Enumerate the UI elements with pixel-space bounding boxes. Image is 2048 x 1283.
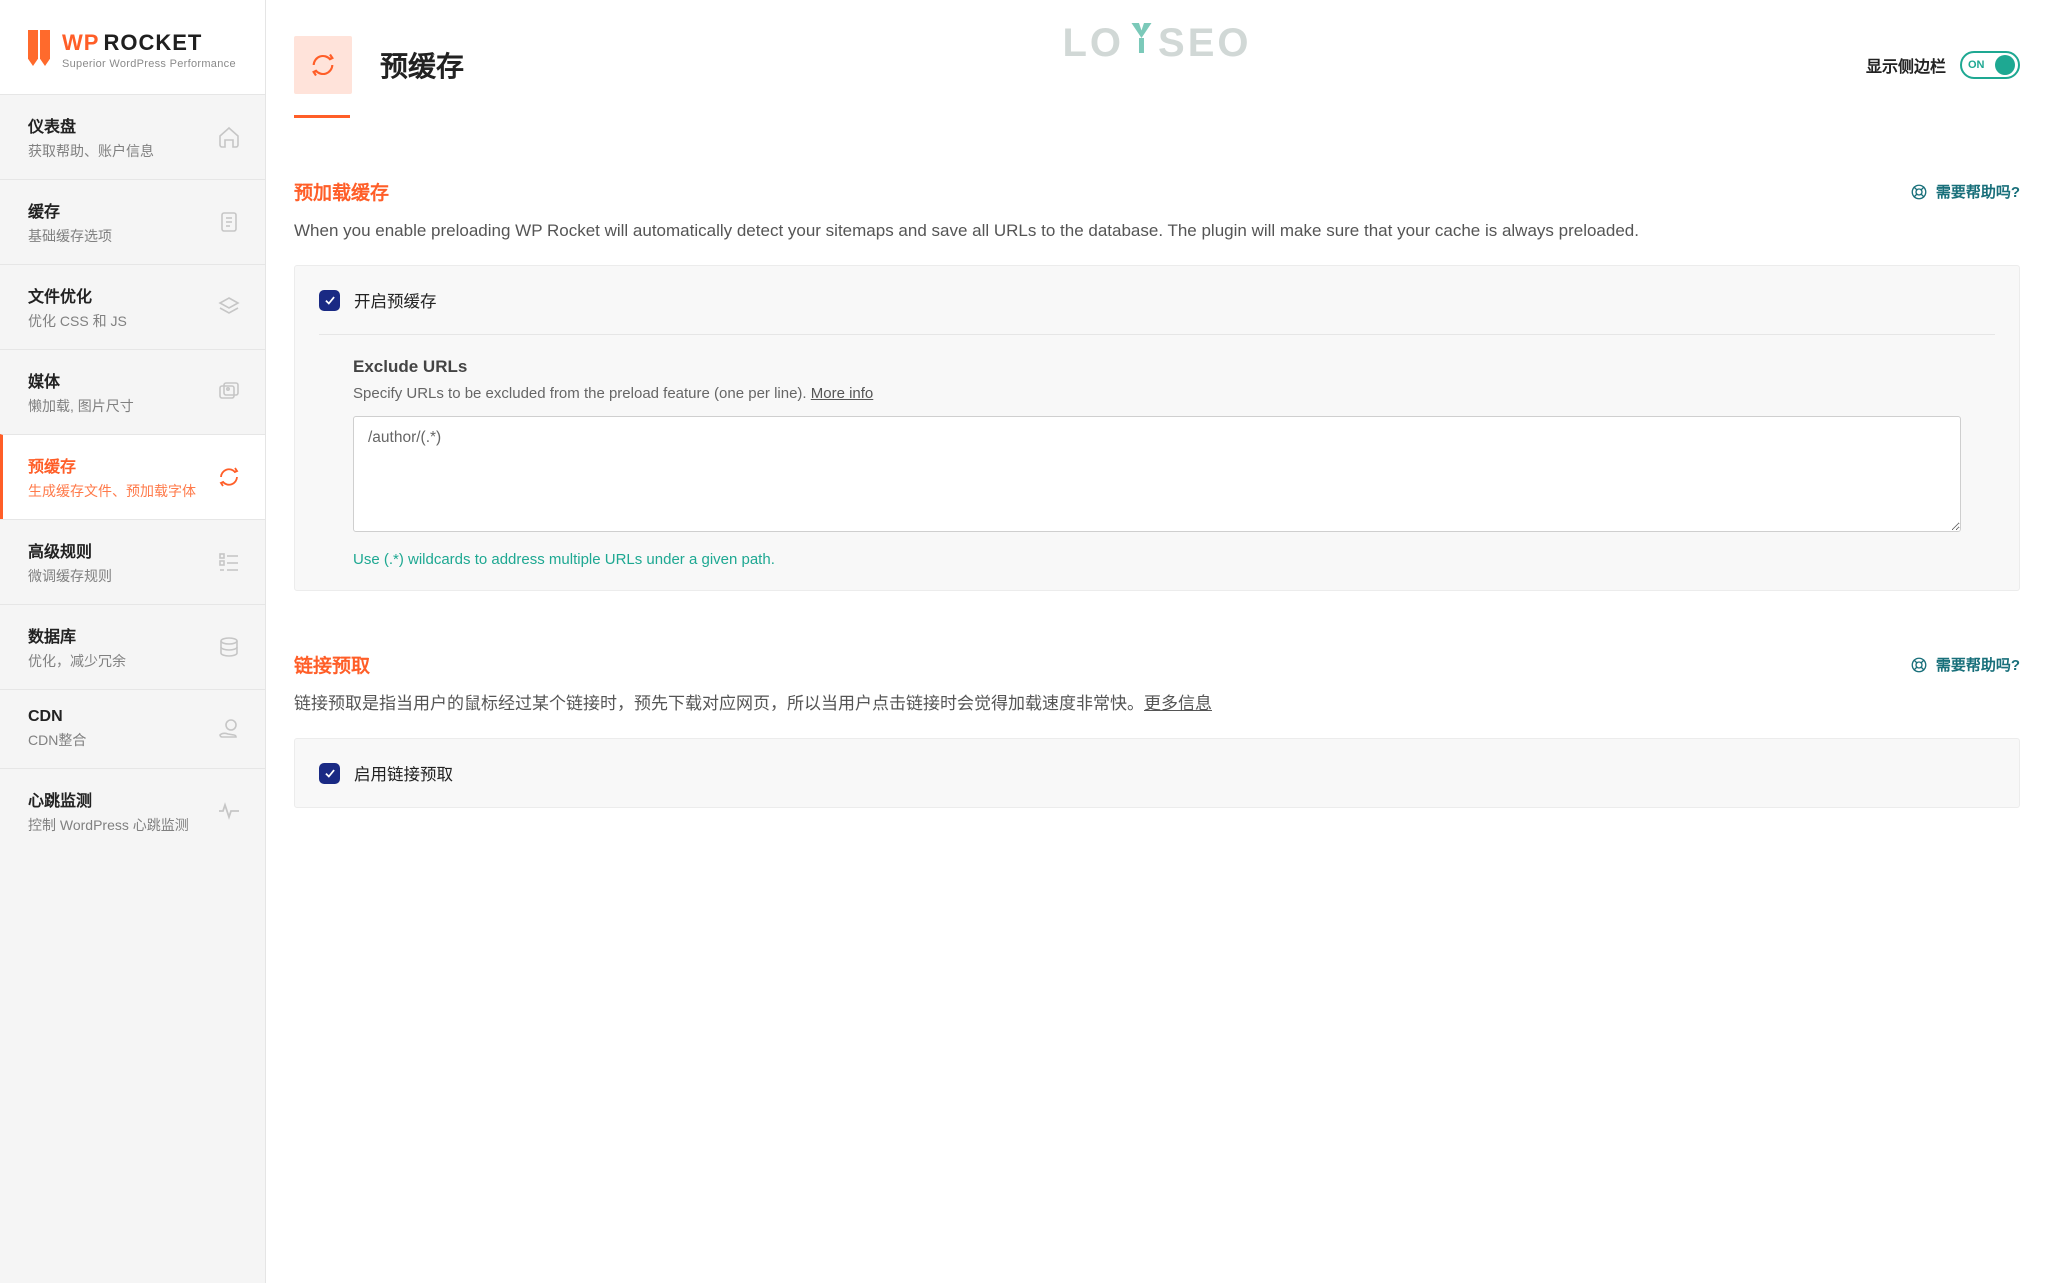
section-title: 预加载缓存 (294, 178, 389, 205)
more-info-link[interactable]: 更多信息 (1144, 694, 1212, 713)
exclude-urls-sub: Specify URLs to be excluded from the pre… (353, 385, 1961, 402)
hand-globe-icon (217, 717, 241, 741)
enable-prefetch-checkbox[interactable]: 启用链接预取 (319, 761, 1995, 785)
sidebar-item-label: CDN (28, 708, 86, 726)
sidebar-item-sub: 控制 WordPress 心跳监测 (28, 815, 189, 835)
refresh-icon (294, 36, 352, 94)
checkbox-checked-icon (319, 763, 340, 784)
wildcard-hint: Use (.*) wildcards to address multiple U… (353, 551, 1961, 568)
exclude-urls-title: Exclude URLs (353, 357, 1961, 377)
sidebar-item-sub: 基础缓存选项 (28, 226, 112, 246)
brand-tagline: Superior WordPress Performance (62, 58, 236, 70)
enable-preload-checkbox[interactable]: 开启预缓存 (319, 288, 1995, 312)
section-description: 链接预取是指当用户的鼠标经过某个链接时，预先下载对应网页，所以当用户点击链接时会… (294, 690, 2020, 718)
preload-option-card: 开启预缓存 Exclude URLs Specify URLs to be ex… (294, 265, 2020, 591)
sidebar-item-sub: 懒加载, 图片尺寸 (28, 396, 134, 416)
sidebar-item-sub: 优化 CSS 和 JS (28, 311, 127, 331)
brand-rocket: ROCKET (103, 30, 202, 56)
checkbox-label: 开启预缓存 (354, 288, 437, 312)
sidebar-item-label: 预缓存 (28, 453, 196, 477)
help-link[interactable]: 需要帮助吗? (1910, 654, 2020, 675)
sidebar-item-label: 心跳监测 (28, 787, 189, 811)
sidebar-item-label: 媒体 (28, 368, 134, 392)
sidebar-item-label: 文件优化 (28, 283, 127, 307)
sidebar-item-database[interactable]: 数据库 优化，减少冗余 (0, 604, 265, 689)
help-link[interactable]: 需要帮助吗? (1910, 181, 2020, 202)
sidebar-item-label: 仪表盘 (28, 113, 154, 137)
heartbeat-icon (217, 799, 241, 823)
checklist-icon (217, 550, 241, 574)
sidebar-toggle-label: 显示侧边栏 (1866, 53, 1946, 77)
sidebar-item-cdn[interactable]: CDN CDN整合 (0, 689, 265, 768)
sidebar-item-preload[interactable]: 预缓存 生成缓存文件、预加载字体 (0, 434, 265, 519)
sidebar-item-label: 高级规则 (28, 538, 112, 562)
main-content: LO SEO 预缓存 显示侧边栏 ON (266, 0, 2048, 1283)
home-icon (217, 125, 241, 149)
sidebar-item-sub: 微调缓存规则 (28, 566, 112, 586)
section-title: 链接预取 (294, 651, 370, 678)
rocket-flame-icon (28, 30, 54, 70)
images-icon (217, 380, 241, 404)
sidebar-toggle-switch[interactable]: ON (1960, 51, 2020, 79)
brand-wp: WP (62, 30, 99, 56)
sidebar: WP ROCKET Superior WordPress Performance… (0, 0, 266, 1283)
brand-logo: WP ROCKET Superior WordPress Performance (0, 0, 265, 94)
sidebar-item-dashboard[interactable]: 仪表盘 获取帮助、账户信息 (0, 94, 265, 179)
sidebar-item-heartbeat[interactable]: 心跳监测 控制 WordPress 心跳监测 (0, 768, 265, 853)
section-prefetch: 链接预取 需要帮助吗? 链接预取是指当用户的鼠标经过某个链接时，预先下载对应网页… (294, 651, 2020, 808)
sidebar-item-sub: 生成缓存文件、预加载字体 (28, 481, 196, 501)
checkbox-label: 启用链接预取 (354, 761, 453, 785)
sidebar-item-cache[interactable]: 缓存 基础缓存选项 (0, 179, 265, 264)
sidebar-item-sub: 优化，减少冗余 (28, 651, 126, 671)
lifebuoy-icon (1910, 183, 1928, 201)
database-icon (217, 635, 241, 659)
lifebuoy-icon (1910, 656, 1928, 674)
sidebar-item-sub: 获取帮助、账户信息 (28, 141, 154, 161)
section-preload: 预加载缓存 需要帮助吗? When you enable preloading … (294, 178, 2020, 591)
section-description: When you enable preloading WP Rocket wil… (294, 217, 2020, 245)
page-title: 预缓存 (380, 45, 464, 85)
sidebar-item-label: 缓存 (28, 198, 112, 222)
layers-icon (217, 295, 241, 319)
refresh-icon (217, 465, 241, 489)
sidebar-item-advanced-rules[interactable]: 高级规则 微调缓存规则 (0, 519, 265, 604)
checkbox-checked-icon (319, 290, 340, 311)
document-icon (217, 210, 241, 234)
sidebar-item-file-optimization[interactable]: 文件优化 优化 CSS 和 JS (0, 264, 265, 349)
exclude-urls-textarea[interactable]: /author/(.*) (353, 416, 1961, 532)
sidebar-item-sub: CDN整合 (28, 730, 86, 750)
more-info-link[interactable]: More info (811, 385, 874, 402)
prefetch-option-card: 启用链接预取 (294, 738, 2020, 808)
sidebar-item-media[interactable]: 媒体 懒加载, 图片尺寸 (0, 349, 265, 434)
sidebar-item-label: 数据库 (28, 623, 126, 647)
page-header: 预缓存 显示侧边栏 ON (294, 0, 2020, 118)
